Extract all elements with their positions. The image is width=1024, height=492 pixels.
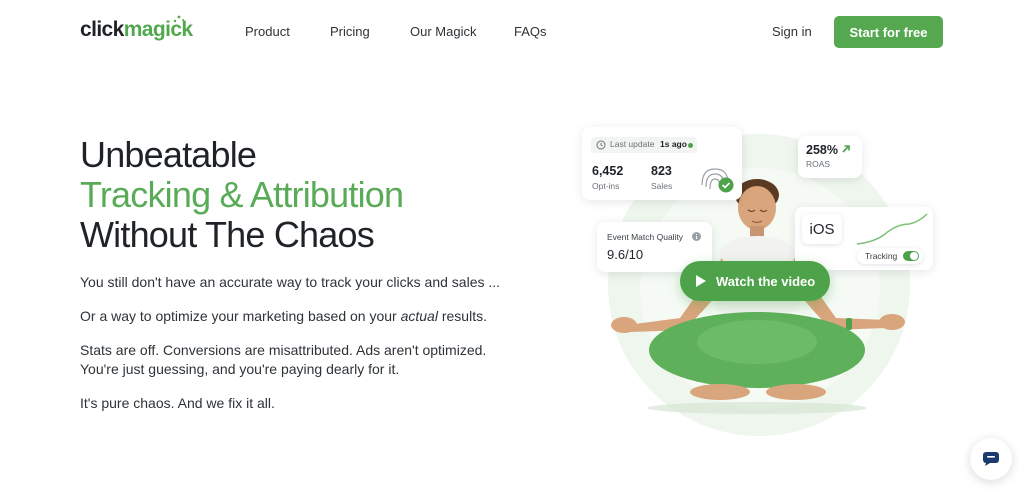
- arrow-up-right-icon: [842, 145, 850, 153]
- start-for-free-button[interactable]: Start for free: [834, 16, 943, 48]
- headline-line-3: Without The Chaos: [80, 214, 375, 255]
- sparkle-icon: [173, 15, 184, 23]
- top-nav: clickmagick Product Pricing Our Magick F…: [0, 0, 1024, 62]
- nav-faqs[interactable]: FAQs: [514, 24, 547, 39]
- sales-label: Sales: [651, 181, 673, 191]
- p2-emphasis: actual: [400, 308, 438, 324]
- optins-label: Opt-ins: [592, 181, 620, 191]
- nav-our-magick[interactable]: Our Magick: [410, 24, 476, 39]
- tracking-label: Tracking: [865, 251, 898, 261]
- hero-paragraph-4: It's pure chaos. And we fix it all.: [80, 395, 275, 411]
- play-icon: [696, 275, 706, 287]
- trend-line-icon: [857, 213, 928, 245]
- sign-in-link[interactable]: Sign in: [772, 24, 812, 39]
- info-icon: [692, 232, 701, 241]
- clock-icon: [596, 140, 606, 150]
- live-dot: [688, 143, 693, 148]
- headline-line-1: Unbeatable: [80, 134, 257, 175]
- p2-text: Or a way to optimize your marketing base…: [80, 308, 401, 324]
- optins-value: 6,452: [592, 164, 624, 178]
- emq-value: 9.6/10: [607, 247, 644, 262]
- nav-product[interactable]: Product: [245, 24, 290, 39]
- p2-text-end: results.: [437, 308, 487, 324]
- hero-paragraph-3: Stats are off. Conversions are misattrib…: [80, 341, 486, 379]
- roas-card: 258% ROAS: [798, 136, 862, 178]
- chat-widget-button[interactable]: [970, 438, 1012, 480]
- last-update-time: 1s ago: [660, 139, 687, 149]
- p3-line-2: You're just guessing, and you're paying …: [80, 361, 400, 377]
- emq-label: Event Match Quality: [607, 232, 684, 242]
- tracking-toggle[interactable]: [903, 251, 919, 261]
- ios-badge: iOS: [802, 214, 842, 244]
- sales-value: 823: [651, 164, 672, 178]
- last-update-label: Last update: [610, 139, 655, 149]
- roas-value: 258%: [806, 143, 838, 157]
- ios-tracking-card: iOS Tracking: [795, 207, 933, 270]
- watch-video-button[interactable]: Watch the video: [680, 261, 830, 301]
- logo-text-dark: click: [80, 18, 124, 41]
- roas-label: ROAS: [806, 159, 831, 169]
- hero-headline: Unbeatable Tracking & Attribution Withou…: [80, 134, 404, 255]
- hero-paragraph-2: Or a way to optimize your marketing base…: [80, 307, 487, 326]
- p3-line-1: Stats are off. Conversions are misattrib…: [80, 342, 487, 358]
- headline-line-2: Tracking & Attribution: [80, 174, 404, 215]
- watch-video-label: Watch the video: [716, 273, 816, 289]
- chat-icon: [983, 452, 999, 466]
- fingerprint-icon: [701, 168, 734, 193]
- hero-paragraph-1: You still don't have an accurate way to …: [80, 274, 501, 290]
- nav-pricing[interactable]: Pricing: [330, 24, 370, 39]
